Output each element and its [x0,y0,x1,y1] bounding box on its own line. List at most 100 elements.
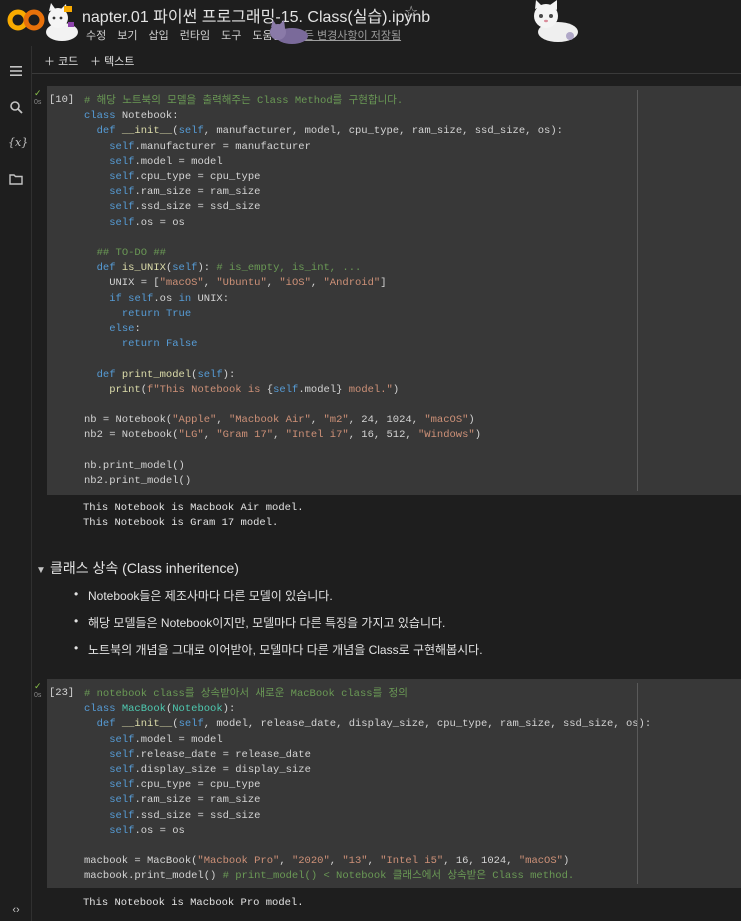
code-token: .model} [298,383,343,396]
code-token: self [109,201,135,214]
code-token: "Intel i7" [285,429,349,442]
star-icon[interactable]: ☆ [404,2,418,22]
code-token: , model, release_date, display_size, cpu… [203,718,652,731]
run-time: 0s [34,99,42,106]
code-token: # print_model() < Notebook 클래스에서 상속받은 Cl… [222,870,575,883]
section-heading[interactable]: ▼ 클래스 상속 (Class inheritence) [36,558,239,578]
code-token: is_UNIX [121,262,166,275]
add-code-button[interactable]: ＋ 코드 [44,53,78,69]
code-cell[interactable]: ✓ 0s [10] # 해당 노트북의 모델을 출력해주는 Class Metho… [32,86,741,534]
code-icon[interactable]: ‹› [8,904,24,920]
code-source[interactable]: # 해당 노트북의 모델을 출력해주는 Class Method를 구현합니다.… [84,94,563,489]
code-token: self [109,748,135,761]
code-token: self [178,125,204,138]
code-token: "13" [342,855,368,868]
code-token: macbook.print_model() [84,870,223,883]
code-token: self [109,171,135,184]
menu-item-tools[interactable]: 도구 [221,27,241,43]
search-icon[interactable] [8,100,24,116]
code-token: self [178,718,204,731]
notebook-title[interactable]: napter.01 파이썬 프로그래밍-15. Class(실습).ipynb [82,3,430,27]
code-token: self [109,779,135,792]
code-token: , manufacturer, model, cpu_type, ram_siz… [203,125,563,138]
code-token: # notebook class를 상속받아서 새로운 MacBook clas… [84,688,408,700]
cat-mascot-middle-icon [270,20,308,44]
code-token: "iOS" [279,277,311,290]
code-token: "Android" [323,277,381,290]
colab-notebook: napter.01 파이썬 프로그래밍-15. Class(실습).ipynb … [0,0,741,921]
code-token: "Windows" [418,429,475,442]
code-token: True [165,307,192,320]
code-token: if [109,292,122,305]
code-token: return [121,307,160,320]
code-token: "Apple" [172,414,217,427]
variables-icon[interactable]: {x} [8,136,28,152]
code-token: , [203,277,217,290]
code-token: self [197,368,223,381]
code-token: return [121,338,160,351]
menu-item-runtime[interactable]: 런타임 [180,27,210,43]
code-token: model." [342,383,393,396]
code-token: nb.print_model() [84,459,185,472]
text-cell[interactable]: ▼클래스 상속 (Class inheritence) Notebook들은 제… [32,548,741,668]
cell-output: This Notebook is Macbook Air model. This… [83,502,304,529]
code-token: nb2 = Notebook( [84,429,179,442]
list-item: 노트북의 개념을 그대로 이어받아, 모델마다 다른 개념을 Class로 구현… [74,641,483,658]
folder-icon[interactable] [8,172,24,188]
execution-count: [23] [49,687,75,699]
code-token: UNIX: [191,292,229,305]
code-editor[interactable]: [10] # 해당 노트북의 모델을 출력해주는 Class Method를 구… [47,86,741,495]
menu-item-edit[interactable]: 수정 [86,27,106,43]
code-token: .display_size = display_size [134,764,311,777]
code-token: .model = model [134,733,223,746]
code-token: "2020" [291,855,330,868]
code-token: self [273,383,299,396]
code-cell[interactable]: ✓ 0s [23] # notebook class를 상속받아서 새로운 Mac… [32,679,741,919]
code-token: ) [468,414,475,427]
code-token: , [273,429,286,442]
code-token: ): [222,703,236,716]
code-token: self [109,216,135,229]
code-token: ): [222,368,236,381]
add-text-button[interactable]: ＋ 텍스트 [90,53,134,69]
menu-icon[interactable] [8,64,24,80]
code-token: .ssd_size = ssd_size [134,809,261,822]
code-token: else [109,323,135,336]
code-token: class [84,703,116,716]
menu-item-insert[interactable]: 삽입 [149,27,169,43]
code-token: ) [562,855,570,868]
code-token: # is_empty, is_int, ... [216,262,362,275]
code-token: "LG" [178,429,204,442]
cell-output: This Notebook is Macbook Pro model. [83,897,304,909]
code-editor[interactable]: [23] # notebook class를 상속받아서 새로운 MacBook… [47,679,741,888]
code-token: self [109,733,135,746]
list-item: Notebook들은 제조사마다 다른 모델이 있습니다. [74,587,333,604]
run-status-icon[interactable]: ✓ 0s [34,681,48,701]
ruler-line [637,90,638,491]
menu-item-view[interactable]: 보기 [117,27,137,43]
code-token: "Ubuntu" [216,277,267,290]
code-token: in [178,292,192,305]
code-token: MacBook [121,703,166,716]
add-text-label: 텍스트 [104,56,135,68]
code-token: self [109,824,135,837]
run-status-icon[interactable]: ✓ 0s [34,88,48,108]
code-token: f"This Notebook is [147,383,267,396]
code-token: nb2.print_model() [84,475,192,488]
code-source[interactable]: # notebook class를 상속받아서 새로운 MacBook clas… [84,687,651,885]
code-token: "macOS" [518,855,563,868]
code-token: , [216,414,229,427]
collapse-caret-icon[interactable]: ▼ [36,565,50,576]
